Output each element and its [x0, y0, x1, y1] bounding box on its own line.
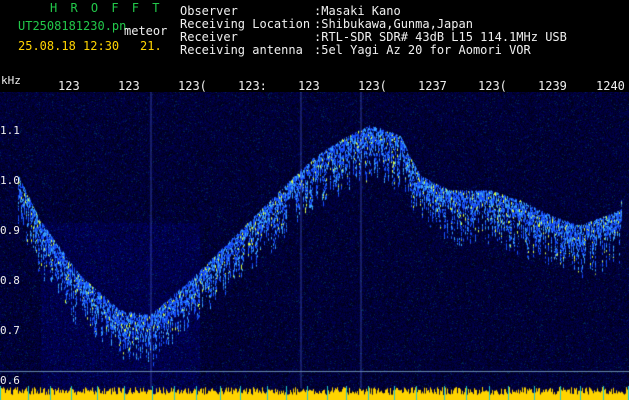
x-tick: 123 [58, 79, 80, 93]
y-tick: 0.7 [0, 324, 20, 337]
datetime: 25.08.18 12:30 [18, 39, 120, 53]
y-tick: 0.6 [0, 374, 20, 387]
y-tick: 1.0 [0, 174, 20, 187]
x-tick: 123: [238, 79, 267, 93]
y-tick: 0.9 [0, 224, 20, 237]
antenna-value: :5el Yagi Az 20 for Aomori VOR [314, 43, 531, 57]
x-tick: 1239 [538, 79, 567, 93]
y-tick: 1.1 [0, 124, 20, 137]
unit-label: kHz [1, 74, 21, 87]
spectrogram-window: H R O F F T UT2508181230.pn meteor 25.08… [0, 0, 629, 400]
x-tick: 123( [478, 79, 507, 93]
filename: UT2508181230.pn [18, 19, 127, 33]
x-tick: 123 [118, 79, 140, 93]
x-tick: 1237 [418, 79, 447, 93]
y-tick: 0.8 [0, 274, 20, 287]
meteor-label: meteor [124, 24, 168, 38]
x-tick: 1240 [596, 79, 625, 93]
spectrogram-plot [0, 92, 629, 400]
x-tick: 123( [358, 79, 387, 93]
x-tick: 123( [178, 79, 207, 93]
meteor-count: 21. [140, 39, 162, 53]
info-labels: Observer Receiving Location Receiver Rec… [180, 5, 310, 57]
info-values: :Masaki Kano :Shibukawa,Gunma,Japan :RTL… [314, 5, 567, 57]
x-tick: 123 [298, 79, 320, 93]
antenna-label: Receiving antenna [180, 43, 303, 57]
station-name: H R O F F T [50, 1, 163, 15]
